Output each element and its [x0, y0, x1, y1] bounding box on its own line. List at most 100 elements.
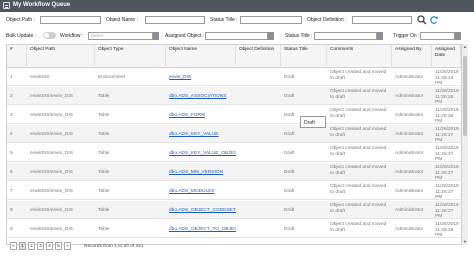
scroll-up-arrow-icon[interactable]: ▲ — [462, 44, 468, 50]
row-assigned-date: 11/26/2019 11:26:27 PM — [435, 203, 459, 219]
page-button-2[interactable]: 2 — [28, 242, 35, 250]
row-status-title: Draft — [284, 227, 295, 232]
row-assigned-date: 11/26/2019 11:26:27 PM — [435, 127, 459, 143]
row-number: 3 — [10, 113, 13, 118]
object-name-link[interactable]: erwin_DIS — [169, 75, 191, 80]
search-icon[interactable] — [417, 15, 427, 25]
row-object-type: Table — [98, 151, 110, 156]
object-name-link[interactable]: dbo.ADS_ASSOCIATIONS — [169, 94, 227, 99]
row-comments: Object created and moved to draft — [330, 146, 387, 157]
row-object-name-link[interactable]: dbo.ADS_FORM — [166, 106, 236, 124]
row-status-title: Draft — [284, 189, 295, 194]
column-header-comments[interactable]: Comments — [327, 45, 392, 68]
row-object-path: erwinDIS/erwin_DIS — [30, 94, 73, 99]
row-object-definition — [236, 87, 281, 105]
row-object-name-link[interactable]: dbo.ADS_OBJECT_TO_OBJECT — [166, 220, 236, 238]
object-name-link[interactable]: dbo.ADS_FORM — [169, 113, 205, 118]
row-object-type: Table — [98, 170, 110, 175]
table-row[interactable]: 7 erwinDIS/erwin_DIS Table dbo.ADS_MODULES D… — [7, 182, 461, 200]
table-row[interactable]: 8 erwinDIS/erwin_DIS Table dbo.ADS_OBJECT_C… — [7, 201, 461, 219]
row-assigned-date: 11/26/2019 11:26:24 PM — [435, 70, 459, 86]
object-name-link[interactable]: dbo.ADS_KEY_VALUE_OBJECTS — [169, 151, 236, 156]
column-header-number[interactable]: # — [7, 45, 27, 68]
page-button-1[interactable]: 1 — [19, 242, 26, 250]
row-number: 9 — [10, 227, 13, 232]
page-button-5[interactable]: 5 — [55, 242, 62, 250]
column-header-object-path[interactable]: Object Path — [27, 45, 95, 68]
last-page-button[interactable]: » — [64, 242, 71, 250]
row-object-name-link[interactable]: dbo.ADS_OBJECT_CODESETS — [166, 201, 236, 219]
status-title-bulk-select[interactable] — [314, 32, 377, 40]
row-object-name-link[interactable]: dbo.ADS_MM_VERSION — [166, 163, 236, 181]
object-path-input[interactable] — [40, 16, 101, 24]
status-title-filter-input[interactable] — [240, 16, 302, 24]
refresh-icon[interactable] — [429, 15, 439, 25]
row-number: 2 — [10, 94, 13, 99]
row-number: 4 — [10, 132, 13, 137]
bulk-update-label: Bulk Update : — [6, 33, 37, 39]
workflow-select[interactable]: Select — [88, 32, 153, 40]
table-row[interactable]: 4 erwinDIS/erwin_DIS Table dbo.ADS_KEY_VALU… — [7, 125, 461, 143]
row-object-definition — [236, 125, 281, 143]
object-name-link[interactable]: dbo.ADS_OBJECT_TO_OBJECT — [169, 227, 236, 232]
table-row[interactable]: 6 erwinDIS/erwin_DIS Table dbo.ADS_MM_VERSI… — [7, 163, 461, 181]
row-comments: Object created and moved to draft — [330, 203, 387, 214]
row-assigned-by: Administrator — [395, 113, 424, 118]
object-definition-input[interactable] — [352, 16, 412, 24]
row-assigned-date: 11/26/2019 11:26:28 PM — [435, 222, 459, 238]
bulk-update-toggle[interactable] — [43, 32, 56, 39]
column-header-object-type[interactable]: Object Type — [95, 45, 166, 68]
scroll-thumb[interactable] — [463, 56, 467, 136]
window-titlebar: My Workflow Queue — [0, 0, 474, 12]
table-row[interactable]: 3 erwinDIS/erwin_DIS Table dbo.ADS_FORM Draf… — [7, 106, 461, 124]
row-comments: Object created and moved to draft — [330, 165, 387, 176]
row-object-type: Environment — [98, 75, 125, 80]
table-row[interactable]: 2 erwinDIS/erwin_DIS Table dbo.ADS_ASSOCIAT… — [7, 87, 461, 105]
trigger-on-dropdown-button[interactable] — [455, 32, 461, 40]
row-assigned-by: Administrator — [395, 170, 424, 175]
column-header-assigned-date[interactable]: Assigned Date — [432, 45, 461, 68]
row-object-type: Table — [98, 132, 110, 137]
first-page-button[interactable]: « — [10, 242, 17, 250]
assigned-object-dropdown-button[interactable] — [268, 32, 274, 40]
row-comments: Object created and moved to draft — [330, 127, 387, 138]
row-object-name-link[interactable]: erwin_DIS — [166, 68, 236, 86]
table-row[interactable]: 9 erwinDIS/erwin_DIS Table dbo.ADS_OBJECT_T… — [7, 220, 461, 238]
row-object-name-link[interactable]: dbo.ADS_ASSOCIATIONS — [166, 87, 236, 105]
row-status-title: Draft — [284, 208, 295, 213]
row-assigned-date: 11/26/2019 11:26:27 PM — [435, 184, 459, 200]
object-path-label: Object Path : — [6, 17, 35, 23]
column-header-assigned-by[interactable]: Assigned By — [392, 45, 432, 68]
object-name-input[interactable] — [145, 16, 205, 24]
page-button-4[interactable]: 4 — [46, 242, 53, 250]
row-object-definition — [236, 201, 281, 219]
row-object-name-link[interactable]: dbo.ADS_MODULES — [166, 182, 236, 200]
window-icon — [3, 2, 10, 9]
row-object-definition — [236, 220, 281, 238]
row-object-definition — [236, 163, 281, 181]
object-name-link[interactable]: dbo.ADS_KEY_VALUE — [169, 132, 219, 137]
page-button-3[interactable]: 3 — [37, 242, 44, 250]
table-row[interactable]: 5 erwinDIS/erwin_DIS Table dbo.ADS_KEY_VALU… — [7, 144, 461, 162]
trigger-on-select[interactable] — [420, 32, 455, 40]
row-object-path: erwinDIS/erwin_DIS — [30, 208, 73, 213]
column-header-status-title[interactable]: Status Title — [281, 45, 327, 68]
row-assigned-date: 11/26/2019 11:26:27 PM — [435, 146, 459, 162]
table-scrollbar[interactable]: ▲ ▼ — [462, 44, 468, 245]
row-number: 8 — [10, 208, 13, 213]
row-object-name-link[interactable]: dbo.ADS_KEY_VALUE — [166, 125, 236, 143]
column-header-object-definition[interactable]: Object Definition — [236, 45, 281, 68]
row-object-type: Table — [98, 94, 110, 99]
row-object-path: erwinDIS — [30, 75, 50, 80]
row-comments: Object created and moved to draft — [330, 184, 387, 195]
object-name-link[interactable]: dbo.ADS_MODULES — [169, 189, 215, 194]
object-name-link[interactable]: dbo.ADS_OBJECT_CODESETS — [169, 208, 236, 213]
workflow-dropdown-button[interactable] — [153, 32, 159, 40]
row-object-name-link[interactable]: dbo.ADS_KEY_VALUE_OBJECTS — [166, 144, 236, 162]
table-row[interactable]: 1 erwinDIS Environment erwin_DIS Draft Object… — [7, 68, 461, 86]
row-status-title: Draft — [284, 94, 295, 99]
column-header-object-name[interactable]: Object Name — [166, 45, 236, 68]
object-name-link[interactable]: dbo.ADS_MM_VERSION — [169, 170, 223, 175]
status-title-dropdown-button[interactable] — [377, 32, 383, 40]
assigned-object-select[interactable] — [205, 32, 268, 40]
